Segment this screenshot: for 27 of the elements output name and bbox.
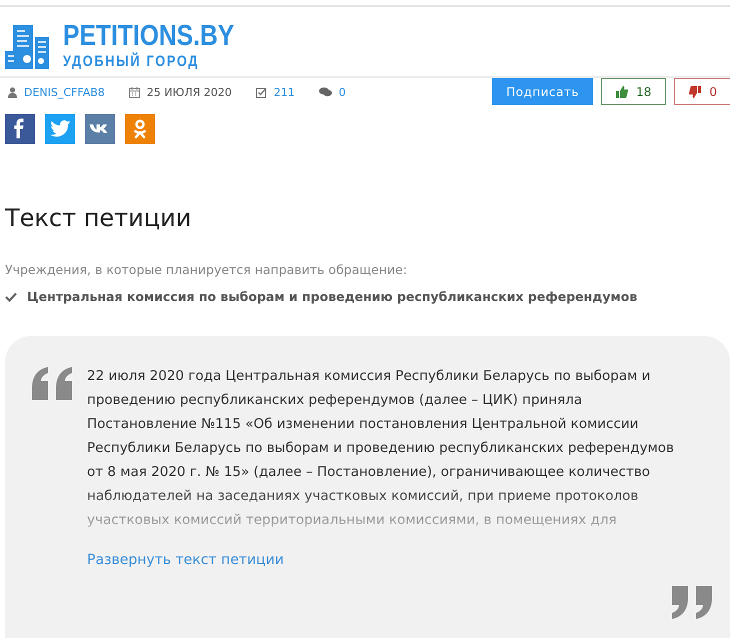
- checkbox-icon: [256, 86, 267, 98]
- sign-button[interactable]: Подписать: [492, 78, 594, 105]
- like-button[interactable]: 18: [601, 78, 666, 105]
- recipients-label: Учреждения, в которые планируется направить обращение:: [5, 262, 408, 277]
- share-bird-icon[interactable]: [45, 114, 75, 144]
- section-heading: Текст петиции: [5, 204, 192, 232]
- thumbs-down-icon: [689, 86, 702, 98]
- publish-date: 25 ИЮЛЯ 2020: [146, 86, 232, 98]
- petition-text: 22 июля 2020 года Центральная комиссия Республики Беларусь по выборам и проведению республиканских референдумов (далее – ЦИК) приняла Постановление №115 «Об изменении постановления Центральной комиссии Республики Беларусь по выборам и проведению республиканских референдумов от 8 мая 2020 г. № 15» (далее – Постановление), ограничивающее количество наблюдателей на заседаниях участковых комиссий, при приеме протоколов участковых комиссий территориальными комиссиями, в помещениях для: [87, 367, 675, 530]
- dislike-button[interactable]: 0: [674, 78, 730, 105]
- open-quote-icon: [30, 366, 74, 402]
- thumbs-up-icon: [616, 86, 628, 98]
- comment-count[interactable]: 0: [338, 86, 346, 98]
- site-logo-title[interactable]: PETITIONS.BY: [63, 21, 234, 51]
- close-quote-icon: [670, 584, 714, 620]
- user-icon: [8, 86, 17, 98]
- checkmark-icon: [5, 292, 17, 302]
- share-person-icon[interactable]: [125, 114, 155, 144]
- share-facebook-icon[interactable]: [5, 114, 35, 144]
- recipient-item: Центральная комиссия по выборам и проведению республиканских референдумов: [27, 289, 638, 304]
- share-vk-icon[interactable]: [85, 114, 115, 144]
- comments-icon: [318, 87, 332, 97]
- signature-count: 211: [274, 86, 295, 98]
- expand-text-link[interactable]: Развернуть текст петиции: [87, 552, 284, 568]
- calendar-icon: [128, 86, 140, 98]
- author-link[interactable]: DENIS_CFFAB8: [24, 86, 105, 98]
- site-logo-subtitle: УДОБНЫЙ ГОРОД: [63, 53, 200, 70]
